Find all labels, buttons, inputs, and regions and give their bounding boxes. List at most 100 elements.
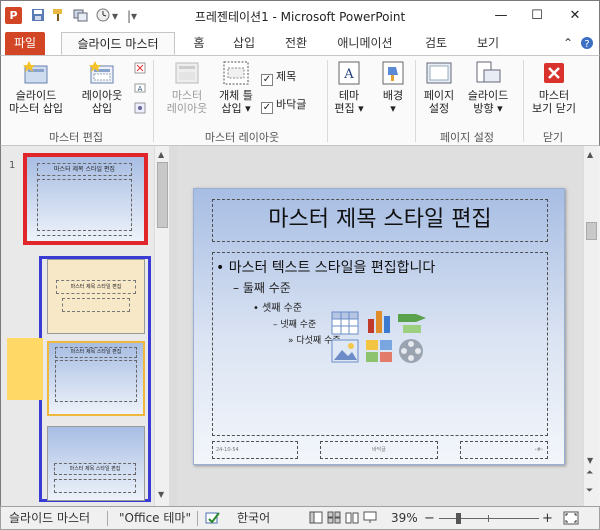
close-red-x-icon bbox=[540, 60, 568, 86]
close-master-view-button[interactable]: 마스터 보기 닫기 bbox=[527, 60, 581, 115]
insert-layout-button[interactable]: 레이아웃 삽입 bbox=[71, 60, 133, 115]
page-setup-button[interactable]: 페이지 설정 bbox=[417, 60, 461, 115]
slide-orientation-label: 슬라이드 방향 ▾ bbox=[467, 89, 509, 115]
insert-placeholder-icon bbox=[222, 60, 250, 86]
slide-orientation-button[interactable]: 슬라이드 방향 ▾ bbox=[461, 60, 515, 115]
insert-smartart-icon[interactable] bbox=[397, 311, 427, 338]
title-bar: P ▾ |▾ 프레젠테이션1 - Microsoft PowerPoint — … bbox=[0, 0, 600, 30]
reading-view-icon[interactable] bbox=[345, 511, 359, 528]
insert-clipart-icon[interactable] bbox=[365, 339, 393, 366]
content-placeholder[interactable]: • 마스터 텍스트 스타일을 편집합니다 – 둘째 수준 • 셋째 수준 – 넷… bbox=[212, 252, 548, 436]
scroll-up-icon[interactable]: ▲ bbox=[587, 150, 593, 159]
tab-animations[interactable]: 애니메이션 bbox=[333, 32, 397, 55]
ribbon-separator bbox=[153, 60, 154, 142]
background-button[interactable]: 배경 ▾ bbox=[373, 60, 413, 115]
insert-picture-icon[interactable] bbox=[331, 339, 359, 366]
edit-theme-label: 테마 편집 ▾ bbox=[334, 89, 364, 115]
tab-view[interactable]: 보기 bbox=[473, 32, 503, 55]
background-icon bbox=[379, 60, 407, 86]
title-checkbox-box: ✓ bbox=[261, 74, 273, 86]
tab-file[interactable]: 파일 bbox=[5, 32, 45, 55]
minimize-button[interactable]: — bbox=[483, 5, 519, 27]
scroll-down-icon[interactable]: ▼ bbox=[587, 456, 593, 465]
slide-thumbnail-pane: 1 마스터 제목 스타일 편집 마스터 제목 스타일 편집 마스터 제목 스타일… bbox=[0, 146, 170, 506]
background-label: 배경 ▾ bbox=[382, 89, 404, 115]
status-language[interactable]: 한국어 bbox=[237, 511, 270, 526]
pane-splitter[interactable] bbox=[169, 146, 177, 506]
thumbnail-title: 마스터 제목 스타일 편집 bbox=[37, 163, 132, 176]
slide-number: ‹#› bbox=[534, 447, 543, 453]
slide-sorter-icon[interactable] bbox=[327, 511, 341, 528]
insert-placeholder-button[interactable]: 개체 틀 삽입 ▾ bbox=[213, 60, 259, 115]
thumbnail-scrollbar[interactable]: ▲ ▼ bbox=[154, 146, 170, 506]
insert-slide-master-button[interactable]: 슬라이드 마스터 삽입 bbox=[5, 60, 67, 115]
rename-icon[interactable]: A bbox=[133, 82, 147, 97]
edit-theme-button[interactable]: A 테마 편집 ▾ bbox=[331, 60, 367, 115]
insert-layout-label: 레이아웃 삽입 bbox=[81, 89, 123, 115]
zoom-in-button[interactable]: + bbox=[542, 511, 553, 526]
slide-number-placeholder[interactable]: ‹#› bbox=[460, 441, 548, 459]
group-close-label: 닫기 bbox=[542, 131, 564, 144]
theme-icon: A bbox=[335, 60, 363, 86]
preserve-icon[interactable] bbox=[133, 102, 147, 117]
scroll-thumb[interactable] bbox=[157, 162, 168, 228]
zoom-slider-handle[interactable] bbox=[456, 513, 461, 524]
status-divider bbox=[197, 511, 198, 526]
previous-slide-icon[interactable]: ⏶ bbox=[586, 468, 593, 478]
zoom-slider[interactable] bbox=[439, 513, 539, 524]
master-layout-label: 마스터 레이아웃 bbox=[166, 89, 208, 115]
thumbnail-title-layout[interactable]: 마스터 제목 스타일 편집 bbox=[47, 259, 145, 334]
zoom-out-button[interactable]: − bbox=[424, 511, 435, 526]
zoom-level[interactable]: 39% bbox=[391, 511, 418, 526]
date-placeholder[interactable]: 24-10-54 bbox=[212, 441, 298, 459]
ribbon-separator bbox=[327, 60, 328, 142]
thumbnail-number: 1 bbox=[9, 160, 16, 171]
insert-media-icon[interactable] bbox=[397, 337, 425, 368]
next-slide-icon[interactable]: ⏷ bbox=[586, 486, 593, 496]
hover-indicator bbox=[7, 338, 43, 400]
thumbnail-body bbox=[54, 479, 136, 493]
main-scrollbar[interactable]: ▲ ▼ ⏶ ⏷ bbox=[583, 146, 599, 506]
scroll-thumb[interactable] bbox=[586, 222, 597, 240]
insert-slide-master-label: 슬라이드 마스터 삽입 bbox=[8, 89, 64, 115]
slide-title: 마스터 제목 스타일 편집 bbox=[268, 207, 492, 232]
tab-slide-master[interactable]: 슬라이드 마스터 bbox=[61, 32, 175, 55]
slide-editor: 마스터 제목 스타일 편집 • 마스터 텍스트 스타일을 편집합니다 – 둘째 … bbox=[177, 146, 583, 506]
minimize-ribbon-icon[interactable]: ⌃ bbox=[561, 32, 575, 55]
title-placeholder[interactable]: 마스터 제목 스타일 편집 bbox=[212, 199, 548, 242]
thumbnail-title: 마스터 제목 스타일 편집 bbox=[55, 347, 137, 358]
tab-transitions[interactable]: 전환 bbox=[279, 32, 313, 55]
footer-checkbox[interactable]: ✓ 바닥글 bbox=[261, 98, 306, 114]
scroll-up-icon[interactable]: ▲ bbox=[158, 150, 164, 159]
ribbon-tabs: 파일 슬라이드 마스터 홈 삽입 전환 애니메이션 검토 보기 ⌃ ? bbox=[0, 30, 600, 55]
close-button[interactable]: ✕ bbox=[557, 5, 593, 27]
maximize-button[interactable]: ☐ bbox=[519, 5, 555, 27]
title-checkbox[interactable]: ✓ 제목 bbox=[261, 70, 296, 86]
thumbnail-title: 마스터 제목 스타일 편집 bbox=[54, 463, 136, 475]
thumbnail-footer bbox=[37, 235, 132, 239]
delete-icon[interactable] bbox=[133, 62, 147, 77]
thumbnail-body bbox=[37, 179, 132, 231]
thumbnail-section-layout[interactable]: 마스터 제목 스타일 편집 bbox=[47, 426, 145, 501]
insert-chart-icon[interactable] bbox=[365, 307, 393, 338]
help-icon[interactable]: ? bbox=[579, 32, 595, 55]
scroll-down-icon[interactable]: ▼ bbox=[158, 490, 164, 499]
normal-view-icon[interactable] bbox=[309, 511, 323, 528]
slideshow-icon[interactable] bbox=[363, 511, 377, 528]
ribbon: 슬라이드 마스터 삽입 레이아웃 삽입 A 마스터 편집 마스터 레이아웃 개체… bbox=[0, 55, 600, 146]
insert-table-icon[interactable] bbox=[331, 311, 359, 338]
thumbnail-master[interactable]: 마스터 제목 스타일 편집 bbox=[23, 153, 148, 245]
tab-insert[interactable]: 삽입 bbox=[227, 32, 261, 55]
tab-review[interactable]: 검토 bbox=[421, 32, 451, 55]
group-master-layout-label: 마스터 레이아웃 bbox=[204, 131, 280, 144]
tab-home[interactable]: 홈 bbox=[187, 32, 211, 55]
master-layout-button[interactable]: 마스터 레이아웃 bbox=[161, 60, 213, 115]
group-page-setup-label: 페이지 설정 bbox=[439, 131, 495, 144]
text-level-1: • 마스터 텍스트 스타일을 편집합니다 bbox=[216, 260, 436, 276]
zoom-slider-center-mark bbox=[488, 515, 489, 522]
thumbnail-content-layout[interactable]: 마스터 제목 스타일 편집 bbox=[47, 341, 145, 416]
footer-placeholder[interactable]: 바닥글 bbox=[320, 441, 438, 459]
svg-text:?: ? bbox=[584, 39, 589, 50]
fit-to-window-icon[interactable] bbox=[563, 511, 579, 529]
spell-check-icon[interactable] bbox=[205, 511, 221, 529]
